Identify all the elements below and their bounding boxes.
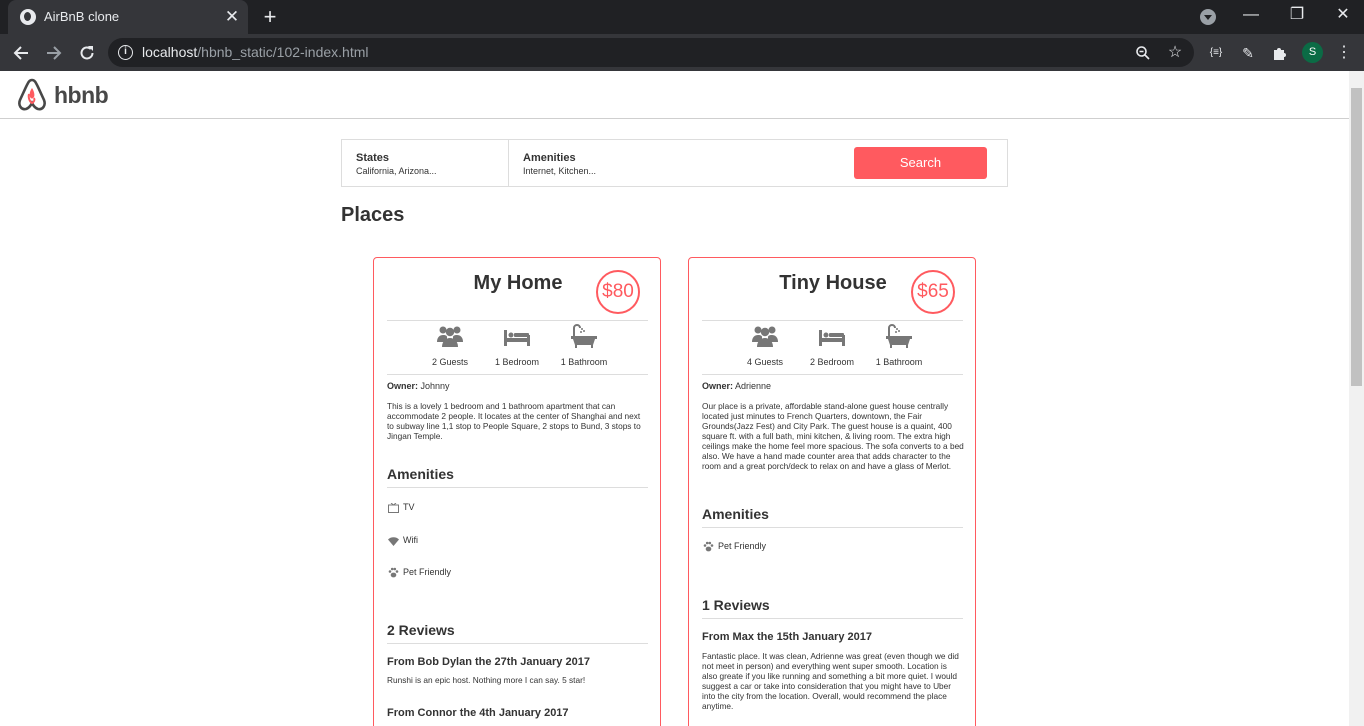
tab-search-icon[interactable]: [1200, 9, 1216, 25]
bedrooms-info: 2 Bedroom: [797, 324, 867, 367]
search-button[interactable]: Search: [854, 147, 987, 179]
page-scrollbar[interactable]: [1349, 71, 1364, 726]
guests-icon: [437, 326, 463, 347]
divider: [387, 320, 648, 321]
owner-label: Owner:: [702, 381, 734, 391]
amenities-title: Amenities: [523, 152, 576, 164]
tv-icon: [388, 502, 399, 513]
divider: [702, 618, 963, 619]
forward-icon[interactable]: [41, 40, 67, 66]
tab-title: AirBnB clone: [44, 9, 120, 24]
close-tab-icon[interactable]: ✕: [222, 7, 242, 27]
owner-label: Owner:: [387, 381, 419, 391]
guests-info: 2 Guests: [415, 324, 485, 367]
window-close-button[interactable]: ✕: [1330, 4, 1356, 26]
amenities-value: Internet, Kitchen...: [523, 166, 597, 176]
new-tab-button[interactable]: +: [258, 5, 282, 29]
browser-tab-bar: AirBnB clone ✕ + — ❐ ✕: [0, 0, 1364, 34]
divider: [702, 320, 963, 321]
reviews-heading: 2 Reviews: [387, 622, 455, 638]
place-description: This is a lovely 1 bedroom and 1 bathroo…: [387, 401, 641, 441]
scrollbar-thumb[interactable]: [1351, 88, 1362, 386]
amenity-item: Pet Friendly: [703, 541, 766, 552]
amenity-label: Wifi: [403, 535, 418, 545]
pen-extension-icon[interactable]: ✎: [1236, 40, 1260, 66]
bathrooms-label: 1 Bathroom: [560, 357, 608, 367]
paw-icon: [703, 541, 714, 552]
site-header: hbnb: [0, 71, 1349, 119]
bathrooms-info: 1 Bathroom: [549, 324, 619, 367]
amenity-label: TV: [403, 502, 415, 512]
airbnb-logo-icon[interactable]: [16, 78, 48, 112]
extension-icon[interactable]: {≡}: [1204, 40, 1228, 66]
browser-tab[interactable]: AirBnB clone ✕: [8, 0, 248, 34]
globe-icon: [20, 9, 36, 25]
place-card: My Home $80 2 Guests 1 Bedroom 1 Bathroo…: [373, 257, 661, 726]
owner-name: Adrienne: [735, 381, 772, 391]
divider: [702, 527, 963, 528]
menu-kebab-icon[interactable]: ⋮: [1332, 40, 1356, 66]
bedrooms-info: 1 Bedroom: [482, 324, 552, 367]
profile-avatar[interactable]: S: [1302, 42, 1323, 63]
states-value: California, Arizona...: [356, 166, 437, 176]
site-logo-text[interactable]: hbnb: [54, 82, 109, 109]
paw-icon: [388, 567, 399, 578]
bookmark-star-icon[interactable]: ☆: [1163, 41, 1187, 65]
price-badge: $80: [596, 270, 640, 314]
bed-icon: [504, 330, 530, 346]
bathrooms-info: 1 Bathroom: [864, 324, 934, 367]
amenity-item: Pet Friendly: [388, 567, 451, 578]
back-icon[interactable]: [8, 40, 34, 66]
states-title: States: [356, 152, 390, 164]
address-bar[interactable]: i localhost/hbnb_static/102-index.html ☆: [108, 38, 1194, 67]
owner-name: Johnny: [420, 381, 450, 391]
states-filter[interactable]: States California, Arizona...: [342, 140, 509, 186]
divider: [387, 374, 648, 375]
guests-icon: [752, 326, 778, 347]
owner-line: Owner: Adrienne: [702, 381, 771, 391]
amenities-filter[interactable]: Amenities Internet, Kitchen...: [509, 140, 849, 186]
amenities-heading: Amenities: [387, 466, 454, 482]
filters-bar: States California, Arizona... Amenities …: [341, 139, 1008, 187]
bathtub-icon: [571, 324, 597, 348]
site-info-icon[interactable]: i: [118, 45, 133, 60]
review-header: From Max the 15th January 2017: [702, 631, 872, 643]
bathrooms-label: 1 Bathroom: [875, 357, 923, 367]
zoom-icon[interactable]: [1131, 41, 1155, 65]
divider: [702, 374, 963, 375]
wifi-icon: [388, 536, 399, 546]
bathtub-icon: [886, 324, 912, 348]
amenity-label: Pet Friendly: [403, 567, 452, 577]
divider: [387, 487, 648, 488]
reviews-heading: 1 Reviews: [702, 597, 770, 613]
guests-label: 2 Guests: [431, 357, 469, 367]
price-badge: $65: [911, 270, 955, 314]
places-title: Places: [341, 204, 405, 226]
amenity-item: TV: [388, 502, 415, 513]
url-text: localhost/hbnb_static/102-index.html: [142, 44, 369, 60]
place-description: Our place is a private, affordable stand…: [702, 401, 964, 471]
amenity-label: Pet Friendly: [718, 541, 767, 551]
amenities-heading: Amenities: [702, 506, 769, 522]
guests-info: 4 Guests: [730, 324, 800, 367]
review-header: From Connor the 4th January 2017: [387, 707, 569, 719]
owner-line: Owner: Johnny: [387, 381, 450, 391]
divider: [387, 643, 648, 644]
restore-button[interactable]: ❐: [1284, 4, 1310, 26]
review-text: Fantastic place. It was clean, Adrienne …: [702, 651, 959, 711]
bed-icon: [819, 330, 845, 346]
reload-icon[interactable]: [74, 40, 100, 66]
review-header: From Bob Dylan the 27th January 2017: [387, 656, 590, 668]
review-text: Runshi is an epic host. Nothing more I c…: [387, 675, 586, 685]
bedrooms-label: 1 Bedroom: [494, 357, 540, 367]
puzzle-icon[interactable]: [1268, 40, 1292, 66]
guests-label: 4 Guests: [746, 357, 784, 367]
minimize-button[interactable]: —: [1238, 4, 1264, 26]
bedrooms-label: 2 Bedroom: [809, 357, 855, 367]
page-viewport: hbnb States California, Arizona... Ameni…: [0, 71, 1364, 726]
browser-toolbar: i localhost/hbnb_static/102-index.html ☆…: [0, 34, 1364, 71]
place-card: Tiny House $65 4 Guests 2 Bedroom 1 Bath…: [688, 257, 976, 726]
amenity-item: Wifi: [388, 535, 418, 546]
